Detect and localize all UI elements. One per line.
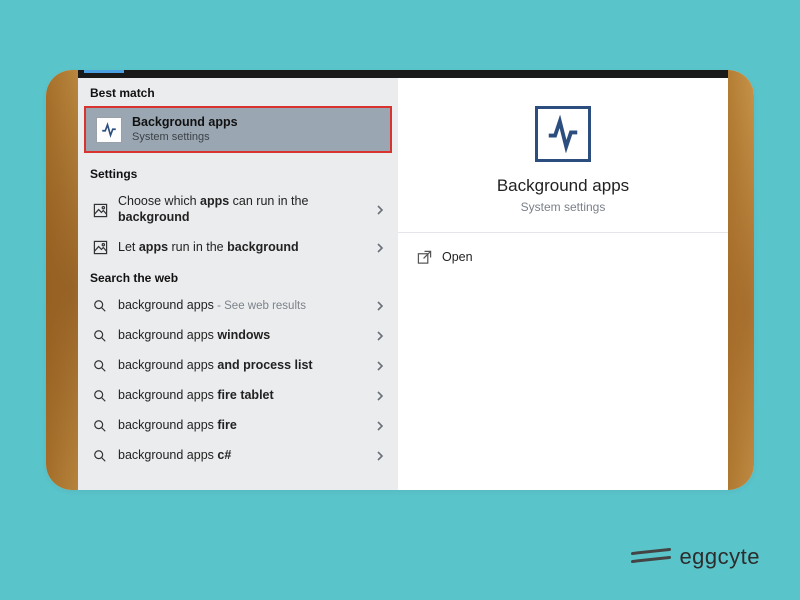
panel-columns: Best match Background apps System settin… <box>78 78 728 490</box>
settings-list: Choose which apps can run in the backgro… <box>78 187 398 262</box>
search-icon <box>92 298 108 314</box>
preview-column: Background apps System settings Open <box>398 78 728 490</box>
result-label: Choose which apps can run in the backgro… <box>118 194 364 225</box>
preview-subtitle: System settings <box>521 200 606 214</box>
chevron-right-icon <box>374 450 386 462</box>
search-icon <box>92 388 108 404</box>
web-result-item[interactable]: background apps c# <box>78 441 398 471</box>
web-result-item[interactable]: background apps fire <box>78 411 398 441</box>
settings-result-item[interactable]: Let apps run in the background <box>78 233 398 263</box>
result-label: background apps - See web results <box>118 298 364 314</box>
best-match-subtitle: System settings <box>132 131 238 145</box>
watermark-text: eggcyte <box>679 544 760 570</box>
result-label: background apps fire tablet <box>118 388 364 404</box>
search-icon <box>92 328 108 344</box>
preview-actions: Open <box>398 233 728 281</box>
preview-title: Background apps <box>497 176 629 196</box>
result-label: background apps c# <box>118 448 364 464</box>
web-result-item[interactable]: background apps and process list <box>78 351 398 381</box>
action-open[interactable]: Open <box>398 239 728 275</box>
chevron-right-icon <box>374 204 386 216</box>
result-label: background apps and process list <box>118 358 364 374</box>
search-icon <box>92 358 108 374</box>
result-label: background apps fire <box>118 418 364 434</box>
chevron-right-icon <box>374 242 386 254</box>
result-label: Let apps run in the background <box>118 240 364 256</box>
picture-icon <box>92 240 108 256</box>
open-icon <box>416 249 432 265</box>
active-tab-accent <box>84 70 124 73</box>
section-header-settings: Settings <box>78 159 398 187</box>
section-header-web: Search the web <box>78 263 398 291</box>
chevron-right-icon <box>374 420 386 432</box>
action-label: Open <box>442 250 473 264</box>
search-panel: Best match Background apps System settin… <box>78 70 728 490</box>
watermark-logo-icon <box>631 546 671 568</box>
web-result-item[interactable]: background apps fire tablet <box>78 381 398 411</box>
web-result-item[interactable]: background apps windows <box>78 321 398 351</box>
web-results-list: background apps - See web results backgro… <box>78 291 398 471</box>
search-icon <box>92 448 108 464</box>
chevron-right-icon <box>374 360 386 372</box>
chevron-right-icon <box>374 330 386 342</box>
search-icon <box>92 418 108 434</box>
section-header-best-match: Best match <box>78 78 398 106</box>
chevron-right-icon <box>374 300 386 312</box>
activity-icon <box>96 117 122 143</box>
screenshot-card: Best match Background apps System settin… <box>46 70 754 490</box>
chevron-right-icon <box>374 390 386 402</box>
results-column: Best match Background apps System settin… <box>78 78 398 490</box>
watermark: eggcyte <box>631 544 760 570</box>
best-match-titles: Background apps System settings <box>132 115 238 144</box>
window-titlebar <box>78 70 728 78</box>
best-match-title: Background apps <box>132 115 238 131</box>
best-match-item[interactable]: Background apps System settings <box>84 106 392 153</box>
settings-result-item[interactable]: Choose which apps can run in the backgro… <box>78 187 398 232</box>
result-suffix: - See web results <box>214 300 306 312</box>
web-result-item[interactable]: background apps - See web results <box>78 291 398 321</box>
activity-icon <box>535 106 591 162</box>
result-label: background apps windows <box>118 328 364 344</box>
picture-icon <box>92 202 108 218</box>
preview-hero: Background apps System settings <box>398 78 728 233</box>
